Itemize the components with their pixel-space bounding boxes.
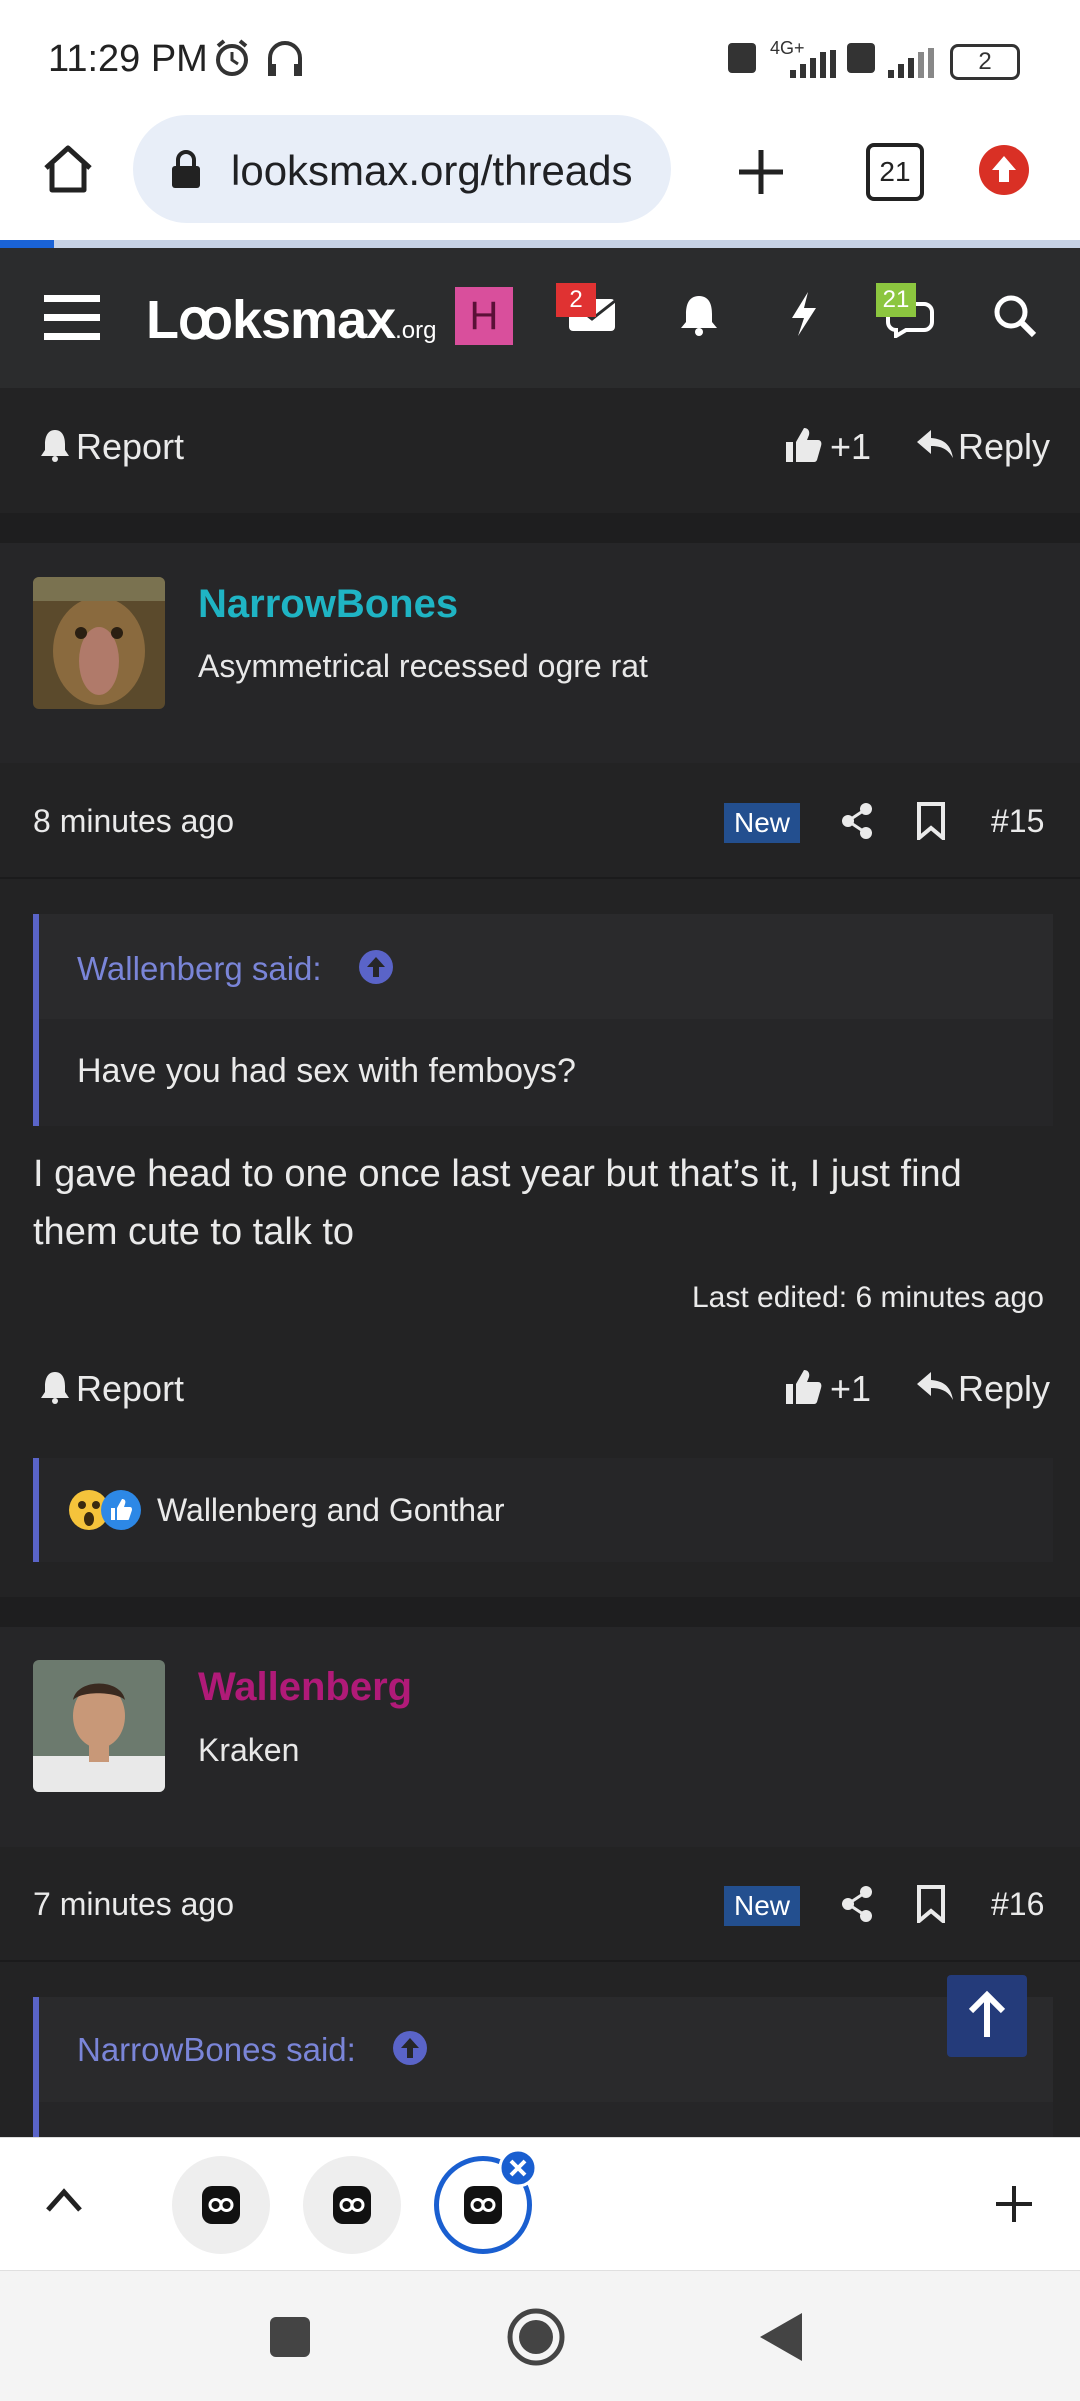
bell-icon[interactable] (678, 292, 720, 336)
post-body-line-1: I gave head to one once last year but th… (33, 1153, 962, 1195)
lightning-icon[interactable] (786, 290, 822, 338)
scroll-to-top-button[interactable] (947, 1975, 1027, 2057)
user-initial: H (469, 294, 499, 338)
new-badge: New (724, 1886, 801, 1926)
reply-icon (917, 430, 953, 458)
quote-block: Wallenberg said: Have you had sex with f… (33, 914, 1053, 1126)
arrow-up-circle-icon[interactable] (391, 2029, 429, 2067)
lock-icon (172, 150, 200, 188)
post-separator (0, 1597, 1080, 1627)
reply-link[interactable]: Reply (958, 426, 1050, 468)
share-icon[interactable] (840, 1885, 874, 1923)
like-button[interactable]: +1 (830, 426, 871, 468)
reply-link[interactable]: Reply (958, 1368, 1050, 1410)
author-name[interactable]: NarrowBones (198, 582, 458, 627)
new-tab-icon[interactable] (733, 144, 789, 200)
man-avatar-image (33, 1660, 165, 1792)
bookmark-icon[interactable] (916, 802, 946, 840)
like-button[interactable]: +1 (830, 1368, 871, 1410)
back-icon[interactable] (758, 2311, 804, 2363)
battery-level: 2 (978, 48, 992, 75)
address-bar[interactable]: looksmax.org/threads (133, 115, 671, 223)
report-link[interactable]: Report (76, 1368, 184, 1410)
author-avatar[interactable] (33, 577, 165, 709)
quote-author[interactable]: NarrowBones said: (77, 2031, 356, 2069)
menu-icon[interactable] (44, 293, 100, 341)
arrow-up-icon (968, 1990, 1006, 2037)
chevron-up-icon[interactable] (44, 2184, 84, 2214)
recent-apps-icon[interactable] (268, 2315, 312, 2359)
add-tab-icon[interactable] (992, 2182, 1036, 2226)
reply-icon (917, 1372, 953, 1400)
monkey-avatar-image (33, 577, 165, 709)
tab-count: 21 (879, 156, 911, 187)
alarm-icon (216, 39, 248, 76)
share-icon[interactable] (840, 802, 874, 840)
volte-icon-2 (847, 43, 875, 73)
author-title: Asymmetrical recessed ogre rat (198, 648, 648, 684)
url-text: looksmax.org/threads (231, 147, 633, 194)
home-icon[interactable] (40, 140, 96, 196)
divider (0, 877, 1080, 879)
thumbs-up-icon (786, 1370, 822, 1404)
divider (0, 1960, 1080, 1962)
conversations-badge: 21 (876, 283, 916, 317)
tab-thumbnail-1[interactable] (172, 2156, 270, 2254)
site-favicon-icon (333, 2186, 371, 2224)
user-avatar[interactable]: H (455, 287, 513, 345)
thumbs-up-icon (786, 428, 822, 462)
tab-strip (0, 2137, 1080, 2271)
site-logo[interactable]: Lꝏksmax.org (146, 288, 437, 351)
author-name[interactable]: Wallenberg (198, 1665, 412, 1710)
tab-switcher-button[interactable]: 21 (866, 143, 924, 201)
update-icon[interactable] (978, 144, 1030, 196)
report-bell-icon (41, 1372, 69, 1404)
battery-icon: 2 (950, 44, 1020, 80)
tab-thumbnail-2[interactable] (303, 2156, 401, 2254)
post-body-line-2: them cute to talk to (33, 1211, 355, 1253)
author-avatar[interactable] (33, 1660, 165, 1792)
headphones-icon (268, 41, 302, 76)
post-number[interactable]: #16 (991, 1886, 1044, 1923)
like-reaction-icon (101, 1490, 141, 1530)
home-nav-icon[interactable] (506, 2307, 566, 2367)
clock: 11:29 PM (48, 38, 208, 80)
reactions-users[interactable]: Wallenberg and Gonthar (157, 1492, 504, 1529)
bookmark-icon[interactable] (916, 1885, 946, 1923)
quote-block: NarrowBones said: (33, 1997, 1053, 2137)
quote-text: Have you had sex with femboys? (77, 1052, 576, 1090)
site-favicon-icon (202, 2186, 240, 2224)
new-badge: New (724, 803, 801, 843)
logo-text: Lꝏksmax (146, 290, 396, 350)
report-link[interactable]: Report (76, 426, 184, 468)
post-separator (0, 513, 1080, 543)
arrow-up-circle-icon[interactable] (357, 948, 395, 986)
post-time[interactable]: 8 minutes ago (33, 803, 234, 840)
inbox-badge: 2 (556, 283, 596, 317)
signal-icon-2 (888, 48, 934, 78)
quote-author[interactable]: Wallenberg said: (77, 950, 322, 988)
post-time[interactable]: 7 minutes ago (33, 1886, 234, 1923)
status-bar: 11:29 PM 4G+ 2 (0, 0, 1080, 110)
search-icon[interactable] (992, 293, 1038, 339)
logo-suffix: .org (395, 317, 437, 344)
system-nav-bar (0, 2270, 1080, 2401)
page-load-progress (0, 240, 1080, 248)
volte-icon (728, 43, 756, 73)
reactions-bar[interactable]: Wallenberg and Gonthar (33, 1458, 1053, 1562)
author-title: Kraken (198, 1732, 300, 1768)
close-tab-icon[interactable] (498, 2148, 538, 2188)
report-bell-icon (41, 430, 69, 462)
last-edited: Last edited: 6 minutes ago (692, 1281, 1044, 1314)
post-number[interactable]: #15 (991, 803, 1044, 840)
signal-icon (790, 50, 836, 78)
